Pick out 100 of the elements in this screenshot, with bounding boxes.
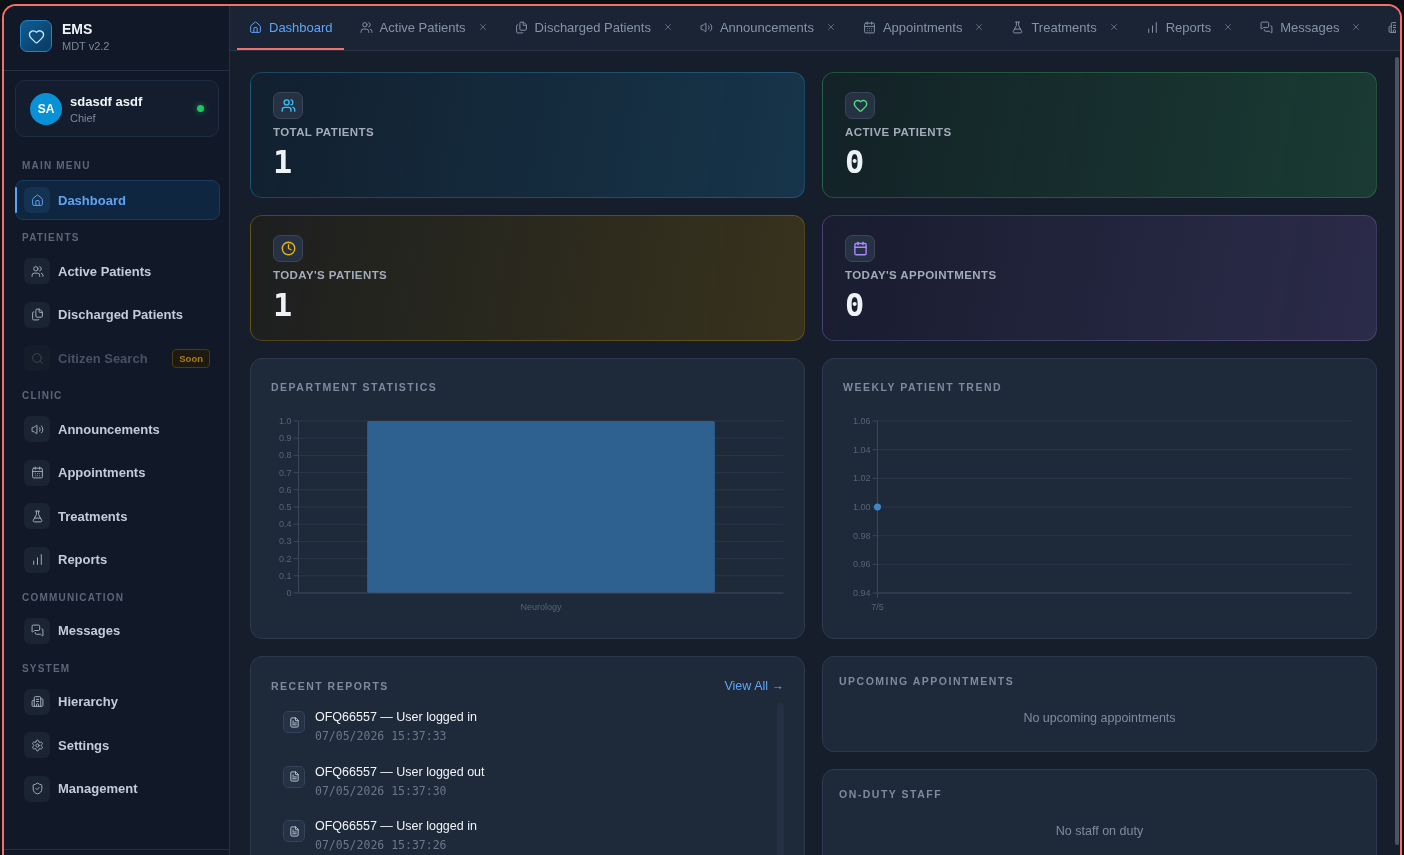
axis-category-label: Neurology bbox=[520, 602, 562, 612]
section-label: SYSTEM bbox=[21, 662, 72, 675]
stat-value: 0 bbox=[845, 289, 865, 321]
close-icon[interactable] bbox=[662, 22, 673, 32]
close-icon[interactable] bbox=[1108, 22, 1119, 32]
axis-tick-label: 1.0 bbox=[279, 415, 292, 426]
nav-item[interactable]: Reports bbox=[15, 539, 220, 580]
card-title: WEEKLY PATIENT TREND bbox=[843, 381, 1004, 393]
tab[interactable]: Active Patients bbox=[347, 6, 499, 50]
stat-label: TODAY'S PATIENTS bbox=[273, 268, 388, 282]
calendar-icon bbox=[845, 235, 875, 262]
axis-tick-label: 0.9 bbox=[279, 433, 292, 444]
report-title: OFQ66557 — User logged out bbox=[315, 764, 485, 780]
nav-item[interactable]: Treatments bbox=[15, 496, 220, 536]
stat-value: 0 bbox=[845, 146, 865, 178]
document-icon bbox=[283, 765, 305, 788]
nav-item[interactable]: Management bbox=[15, 768, 220, 809]
users-icon bbox=[359, 20, 373, 34]
flask-icon bbox=[24, 503, 50, 529]
tab[interactable]: Messages bbox=[1248, 6, 1373, 50]
soon-badge: Soon bbox=[172, 348, 210, 368]
clock-icon bbox=[273, 235, 303, 262]
close-icon[interactable] bbox=[1223, 22, 1234, 32]
chat-icon bbox=[24, 617, 50, 644]
tab[interactable]: Appointments bbox=[850, 6, 996, 50]
axis-tick-label: 0.6 bbox=[279, 484, 292, 495]
axis-tick-label: 0.96 bbox=[852, 559, 871, 570]
report-timestamp: 07/05/2026 15:37:30 bbox=[315, 783, 448, 798]
close-icon[interactable] bbox=[1351, 22, 1362, 32]
stat-label: TODAY'S APPOINTMENTS bbox=[845, 268, 997, 282]
section-label: PATIENTS bbox=[21, 232, 81, 244]
axis-tick-label: 1.04 bbox=[852, 444, 871, 455]
nav-item[interactable]: Hierarchy bbox=[15, 681, 220, 722]
nav-item[interactable]: Discharged Patients bbox=[15, 294, 220, 335]
axis-tick-label: 1.00 bbox=[852, 501, 871, 512]
house-icon bbox=[249, 20, 262, 34]
document-icon bbox=[283, 711, 305, 733]
close-icon[interactable] bbox=[477, 22, 488, 32]
report-timestamp: 07/05/2026 15:37:26 bbox=[315, 838, 448, 852]
axis-tick-label: 0.94 bbox=[852, 587, 871, 598]
app-title: EMS bbox=[62, 20, 94, 37]
tab[interactable]: Dashboard bbox=[237, 6, 344, 50]
stat-value: 1 bbox=[273, 289, 293, 321]
close-icon[interactable] bbox=[974, 22, 985, 32]
app-version: MDT v2.2 bbox=[62, 39, 110, 52]
speaker-icon bbox=[24, 416, 50, 442]
report-timestamp: 07/05/2026 15:37:33 bbox=[315, 729, 448, 743]
section-label: MAIN MENU bbox=[21, 160, 92, 172]
close-icon[interactable] bbox=[825, 22, 836, 32]
nav-item[interactable]: Appointments bbox=[15, 452, 220, 493]
users-icon bbox=[24, 258, 50, 284]
stat-label: TOTAL PATIENTS bbox=[273, 125, 374, 139]
nav-item[interactable]: Dashboard bbox=[15, 180, 220, 220]
nav-item[interactable]: Messages bbox=[15, 610, 220, 651]
user-name: sdasdf asdf bbox=[70, 93, 144, 109]
avatar: SA bbox=[30, 92, 62, 125]
tab[interactable]: Discharged Patients bbox=[502, 6, 684, 50]
axis-tick-label: 0.2 bbox=[279, 553, 292, 564]
bar-chart-icon bbox=[1145, 20, 1159, 34]
user-role: Chief bbox=[70, 111, 97, 124]
tab[interactable]: Reports bbox=[1133, 6, 1245, 50]
tab[interactable]: Treatments bbox=[999, 6, 1130, 50]
empty-message: No staff on duty bbox=[1054, 824, 1145, 838]
speaker-icon bbox=[699, 20, 713, 34]
axis-tick-label: 1.02 bbox=[852, 473, 871, 484]
heart-logo-icon bbox=[20, 20, 52, 52]
building-icon[interactable] bbox=[1388, 20, 1397, 34]
data-point bbox=[874, 503, 881, 511]
axis-tick-label: 0.7 bbox=[279, 467, 292, 478]
calendar-icon bbox=[862, 20, 876, 34]
building-icon bbox=[24, 688, 50, 715]
files-icon bbox=[514, 20, 528, 34]
settings-icon bbox=[24, 732, 50, 758]
card-title: ON-DUTY STAFF bbox=[839, 788, 944, 800]
files-icon bbox=[24, 301, 50, 328]
tab[interactable]: Announcements bbox=[687, 6, 847, 50]
nav-item[interactable]: Announcements bbox=[15, 409, 220, 449]
card-title: DEPARTMENT STATISTICS bbox=[271, 381, 439, 393]
nav-item[interactable]: Settings bbox=[15, 725, 220, 765]
heart-icon bbox=[845, 92, 875, 119]
axis-tick-label: 1.06 bbox=[852, 415, 871, 426]
bar-chart-icon bbox=[24, 546, 50, 573]
section-label: CLINIC bbox=[21, 390, 64, 402]
section-label: COMMUNICATION bbox=[21, 591, 126, 604]
search-icon bbox=[24, 345, 50, 371]
calendar-icon bbox=[24, 459, 50, 486]
view-all-link[interactable]: View All → bbox=[724, 679, 784, 693]
report-title: OFQ66557 — User logged in bbox=[315, 710, 477, 725]
nav-item[interactable]: Active Patients bbox=[15, 251, 220, 291]
flask-icon bbox=[1011, 20, 1025, 34]
card-title: RECENT REPORTS bbox=[271, 680, 389, 692]
chat-icon bbox=[1260, 20, 1274, 34]
house-icon bbox=[24, 187, 50, 213]
card-title: UPCOMING APPOINTMENTS bbox=[839, 675, 1016, 687]
shield-icon bbox=[24, 775, 50, 802]
scrollbar[interactable] bbox=[1395, 57, 1399, 845]
stat-label: ACTIVE PATIENTS bbox=[845, 125, 952, 139]
axis-tick-label: 0.1 bbox=[279, 570, 292, 581]
stat-value: 1 bbox=[273, 146, 293, 178]
empty-message: No upcoming appointments bbox=[1022, 711, 1177, 725]
